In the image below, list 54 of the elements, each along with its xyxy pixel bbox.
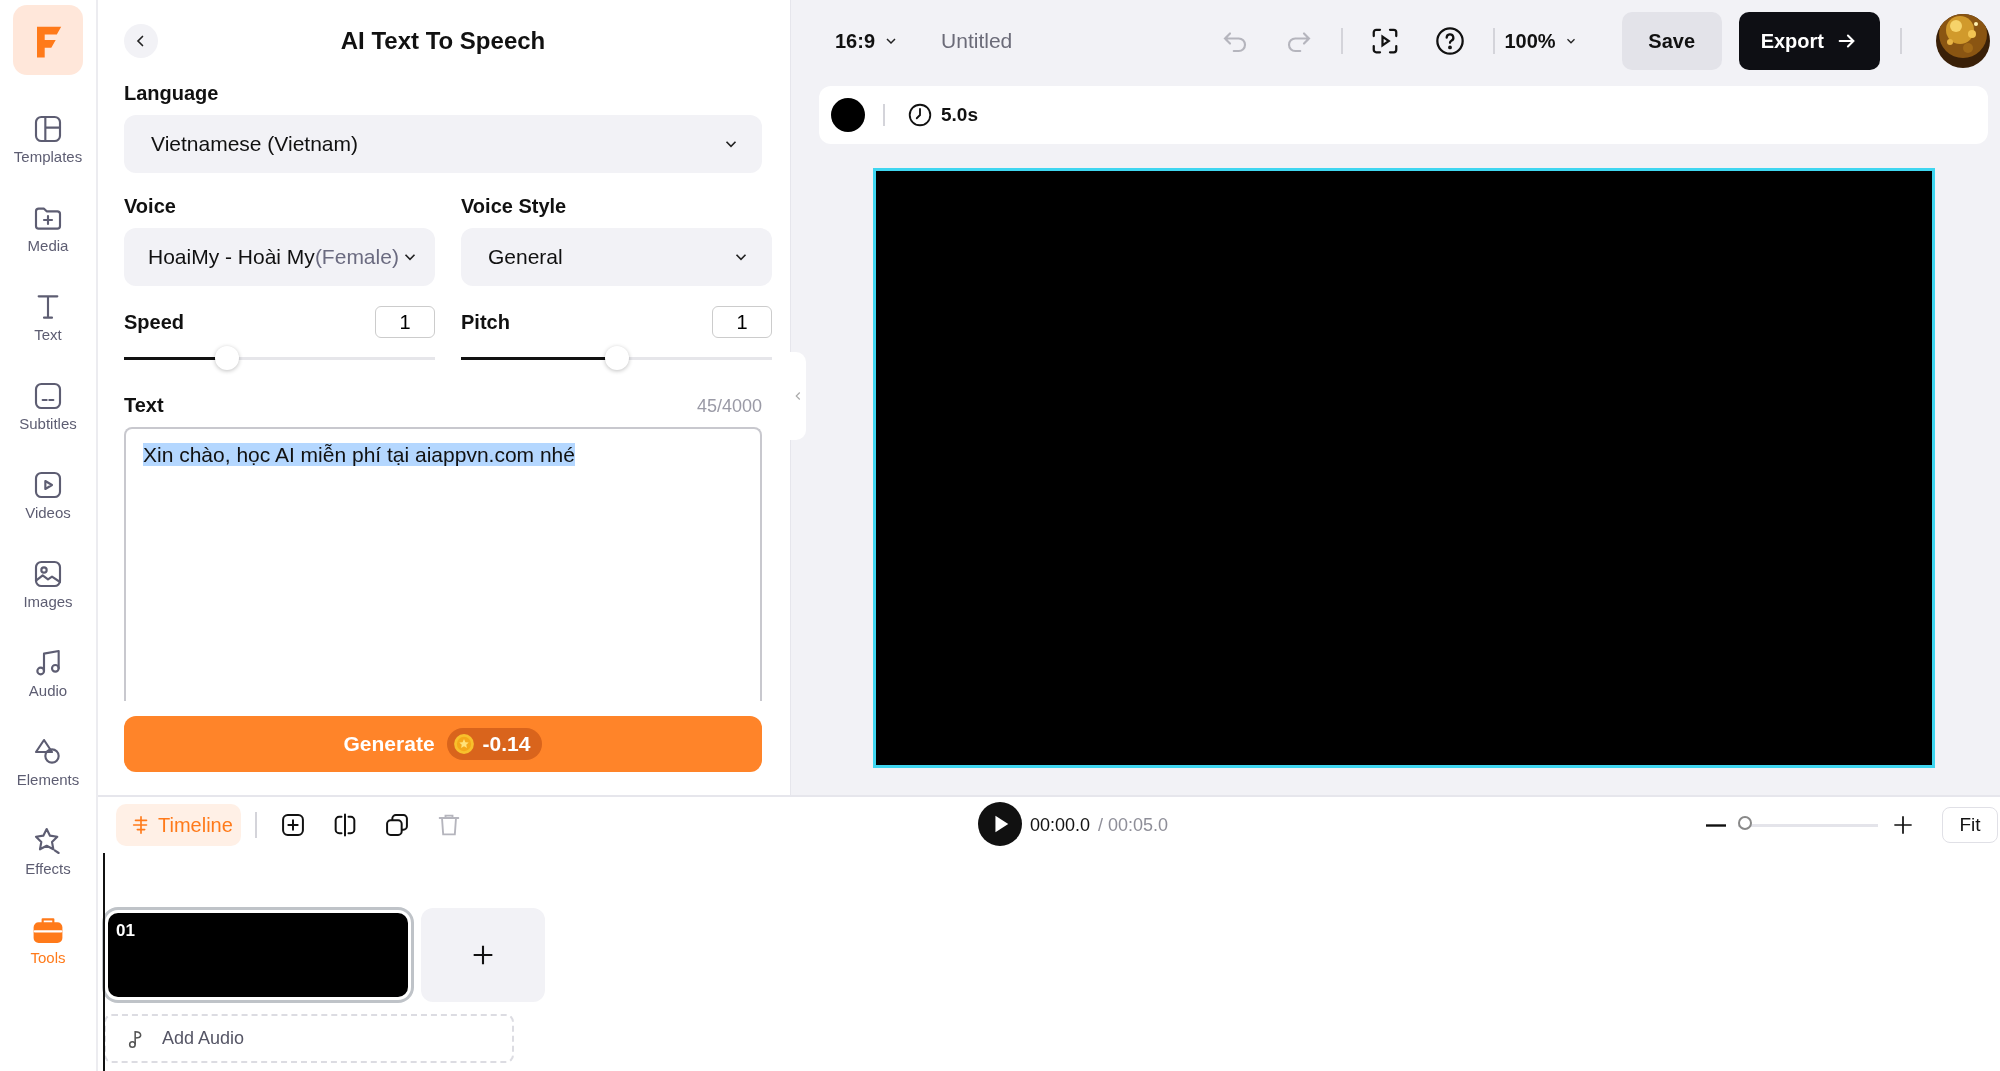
zoom-dropdown[interactable]: 100% — [1504, 29, 1578, 53]
language-dropdown[interactable]: Vietnamese (Vietnam) — [124, 115, 762, 173]
templates-icon — [32, 113, 64, 145]
generate-button[interactable]: Generate -0.14 — [124, 716, 762, 772]
sidebar-item[interactable]: Templates — [13, 113, 83, 202]
field-label: Voice Style — [461, 195, 568, 218]
project-title[interactable]: Untitled — [941, 29, 1013, 53]
image-icon — [32, 558, 64, 590]
sidebar-item[interactable]: Audio — [28, 647, 68, 736]
slider-label: Pitch — [461, 310, 510, 334]
field-label: Text — [124, 394, 164, 417]
current-time: 00:00.0 — [1029, 814, 1090, 836]
add-clip-button[interactable] — [421, 908, 545, 1002]
number-input[interactable]: 1 — [712, 306, 772, 338]
total-time: / 00:05.0 — [1098, 814, 1169, 836]
voice-style-dropdown[interactable]: General — [461, 228, 772, 286]
field-label: Voice — [124, 195, 177, 218]
sidebar-item[interactable]: Images — [23, 558, 73, 647]
number-input[interactable]: 1 — [375, 306, 435, 338]
subtitles-icon — [32, 380, 64, 412]
clock-icon — [907, 102, 933, 128]
text-input[interactable]: Xin chào, học AI miễn phí tại aiappvn.com nhé — [124, 427, 762, 701]
cost-value: -0.14 — [482, 732, 531, 756]
zoom-out-button[interactable] — [1706, 823, 1726, 827]
slider-label: Speed — [124, 310, 185, 334]
aspect-ratio-dropdown[interactable]: 16:9 — [835, 29, 900, 53]
video-icon — [32, 469, 64, 501]
fit-button[interactable]: Fit — [1942, 807, 1998, 843]
minus-icon — [1706, 823, 1726, 827]
add-audio-button[interactable]: Add Audio — [104, 1014, 514, 1063]
play-icon — [977, 801, 1022, 846]
field-label: Language — [124, 82, 220, 105]
sidebar-item[interactable]: Text — [32, 291, 64, 380]
slider-handle[interactable] — [604, 346, 629, 370]
duration-control[interactable]: 5.0s — [907, 102, 978, 128]
sidebar-item[interactable]: Media — [27, 202, 69, 291]
coin-icon — [452, 733, 475, 755]
slider-handle[interactable] — [214, 346, 239, 370]
sidebar-item[interactable]: Effects — [25, 825, 71, 914]
logo-icon[interactable] — [13, 5, 83, 75]
panel-title: AI Text To Speech — [340, 27, 546, 55]
back-button[interactable] — [124, 24, 158, 58]
voice-dropdown[interactable]: HoaiMy - Hoài My(Female) — [124, 228, 435, 286]
sidebar-item[interactable]: Elements — [16, 736, 80, 825]
export-button[interactable]: Export — [1738, 12, 1880, 70]
help-button[interactable] — [1433, 25, 1466, 57]
background-color-swatch[interactable] — [831, 98, 865, 132]
sidebar-item[interactable]: Videos — [25, 469, 71, 558]
play-button[interactable] — [977, 801, 1022, 849]
save-button[interactable]: Save — [1621, 12, 1722, 70]
clip-number: 01 — [116, 921, 135, 941]
sidebar-item[interactable]: Subtitles — [19, 380, 77, 469]
zoom-slider-handle[interactable] — [1738, 815, 1752, 830]
character-count: 45/4000 — [696, 396, 762, 417]
